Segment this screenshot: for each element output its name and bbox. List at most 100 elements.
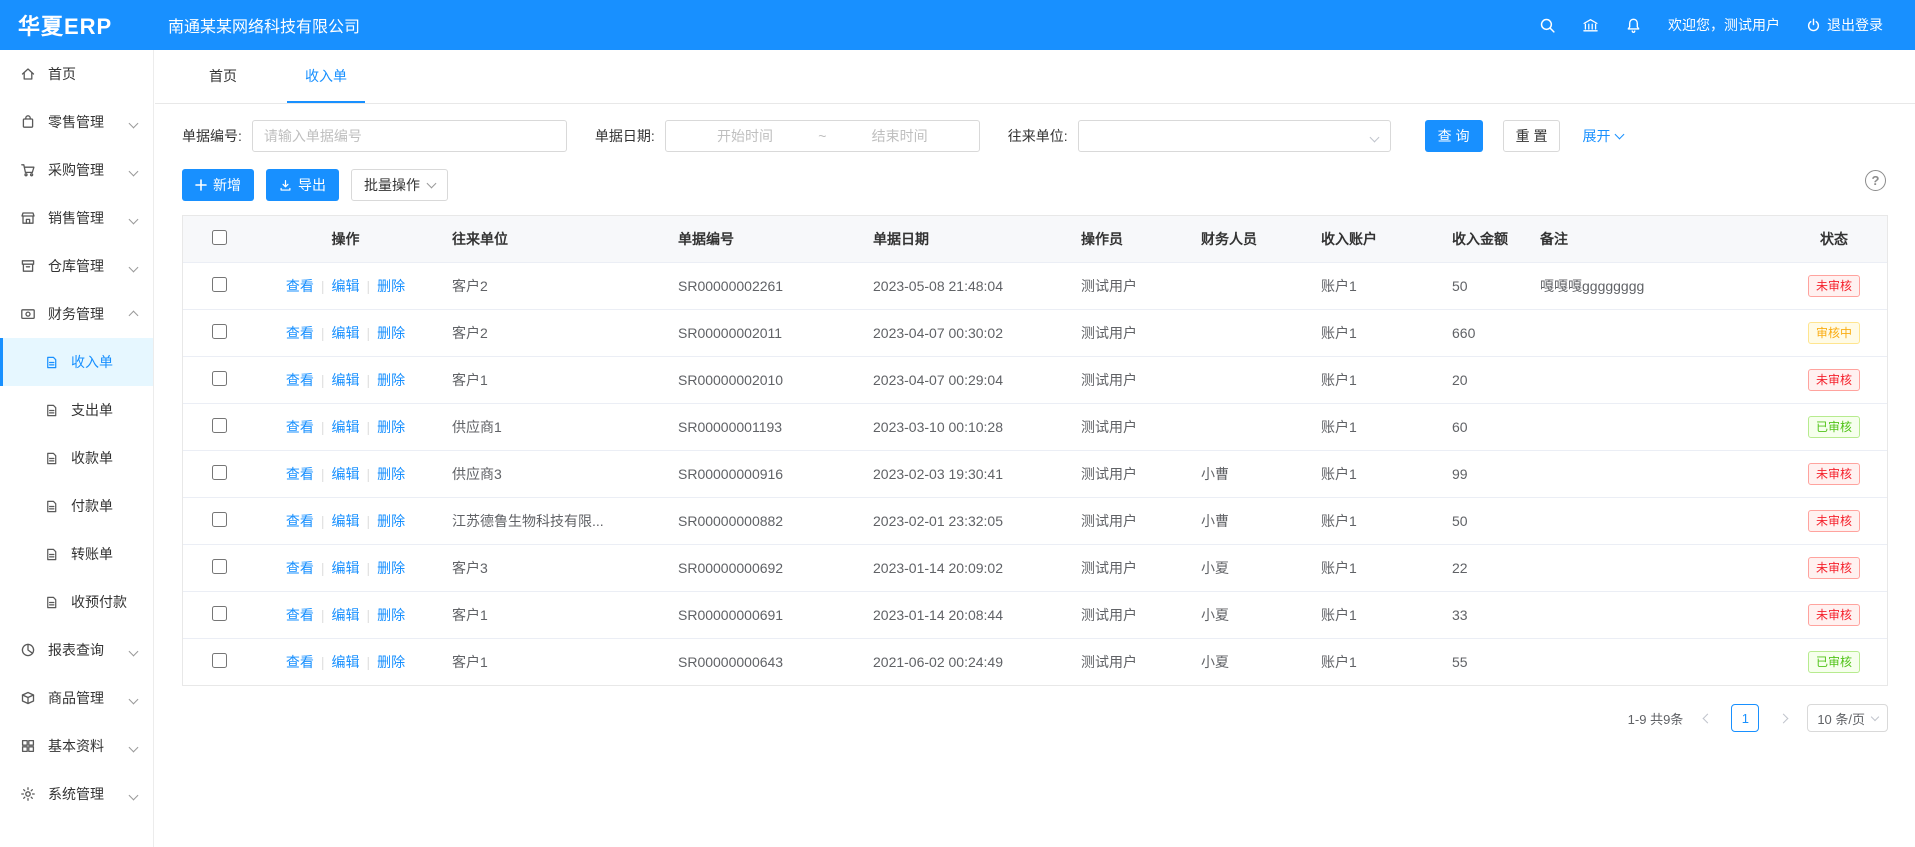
select-all-checkbox[interactable]	[212, 230, 227, 245]
edit-link[interactable]: 编辑	[332, 513, 360, 529]
logout-button[interactable]: 退出登录	[1806, 15, 1883, 35]
company-name: 南通某某网络科技有限公司	[168, 13, 360, 37]
finance-person-cell: 小曹	[1185, 450, 1305, 497]
remark-cell	[1524, 544, 1781, 591]
chevron-down-icon	[130, 162, 137, 178]
sidebar-item-sales[interactable]: 销售管理	[0, 194, 153, 242]
row-checkbox[interactable]	[212, 418, 227, 433]
view-link[interactable]: 查看	[286, 419, 314, 435]
page-size-select[interactable]: 10 条/页	[1807, 704, 1888, 732]
welcome-text[interactable]: 欢迎您，测试用户	[1668, 15, 1780, 35]
row-checkbox[interactable]	[212, 559, 227, 574]
sidebar-item-receipt-bill[interactable]: 收款单	[0, 434, 153, 482]
delete-link[interactable]: 删除	[377, 654, 405, 670]
chevron-down-icon	[130, 114, 137, 130]
next-page-button[interactable]	[1769, 704, 1797, 732]
view-link[interactable]: 查看	[286, 513, 314, 529]
table-row: 查看|编辑|删除 供应商3 SR00000000916 2023-02-03 1…	[183, 450, 1887, 497]
partner-cell: 供应商3	[436, 450, 662, 497]
tab-income[interactable]: 收入单	[287, 50, 365, 103]
link-separator: |	[367, 513, 371, 529]
link-separator: |	[321, 325, 325, 341]
row-checkbox[interactable]	[212, 465, 227, 480]
edit-link[interactable]: 编辑	[332, 466, 360, 482]
row-checkbox[interactable]	[212, 512, 227, 527]
row-checkbox[interactable]	[212, 277, 227, 292]
chevron-down-icon	[130, 258, 137, 274]
sidebar-item-goods[interactable]: 商品管理	[0, 674, 153, 722]
delete-link[interactable]: 删除	[377, 607, 405, 623]
edit-link[interactable]: 编辑	[332, 325, 360, 341]
reset-button[interactable]: 重 置	[1503, 120, 1561, 152]
row-checkbox[interactable]	[212, 324, 227, 339]
chevron-down-icon	[1615, 130, 1625, 140]
bill-number-input[interactable]	[252, 120, 567, 152]
finance-person-cell	[1185, 356, 1305, 403]
sidebar-item-finance[interactable]: 财务管理	[0, 290, 153, 338]
sidebar-item-payment-bill[interactable]: 付款单	[0, 482, 153, 530]
chevron-down-icon	[1371, 128, 1378, 144]
export-button[interactable]: 导出	[266, 169, 339, 201]
batch-actions-button[interactable]: 批量操作	[351, 169, 448, 201]
edit-link[interactable]: 编辑	[332, 560, 360, 576]
tab-home[interactable]: 首页	[191, 50, 255, 103]
delete-link[interactable]: 删除	[377, 560, 405, 576]
chevron-down-icon	[1871, 712, 1879, 720]
delete-link[interactable]: 删除	[377, 325, 405, 341]
account-cell: 账户1	[1305, 544, 1436, 591]
search-icon[interactable]	[1539, 17, 1556, 34]
view-link[interactable]: 查看	[286, 607, 314, 623]
partner-cell: 客户2	[436, 262, 662, 309]
pagination-total: 1-9 共9条	[1628, 709, 1684, 728]
column-header-ops: 操作	[255, 216, 436, 262]
sidebar-item-basic[interactable]: 基本资料	[0, 722, 153, 770]
view-link[interactable]: 查看	[286, 560, 314, 576]
platform-icon[interactable]	[1582, 17, 1599, 34]
delete-link[interactable]: 删除	[377, 513, 405, 529]
sidebar-item-transfer-bill[interactable]: 转账单	[0, 530, 153, 578]
column-header-partner: 往来单位	[436, 216, 662, 262]
sidebar-item-home[interactable]: 首页	[0, 50, 153, 98]
partner-select[interactable]	[1078, 120, 1391, 152]
link-separator: |	[367, 466, 371, 482]
view-link[interactable]: 查看	[286, 325, 314, 341]
help-icon[interactable]: ?	[1865, 170, 1886, 191]
delete-link[interactable]: 删除	[377, 419, 405, 435]
edit-link[interactable]: 编辑	[332, 278, 360, 294]
status-badge: 未审核	[1808, 463, 1860, 485]
sidebar-item-expense-bill[interactable]: 支出单	[0, 386, 153, 434]
row-checkbox[interactable]	[212, 653, 227, 668]
delete-link[interactable]: 删除	[377, 372, 405, 388]
bell-icon[interactable]	[1625, 17, 1642, 34]
edit-link[interactable]: 编辑	[332, 419, 360, 435]
sidebar-item-retail[interactable]: 零售管理	[0, 98, 153, 146]
sidebar-item-prepaid-bill[interactable]: 收预付款	[0, 578, 153, 626]
view-link[interactable]: 查看	[286, 372, 314, 388]
sidebar-item-warehouse[interactable]: 仓库管理	[0, 242, 153, 290]
row-checkbox[interactable]	[212, 371, 227, 386]
sidebar-item-purchase[interactable]: 采购管理	[0, 146, 153, 194]
sidebar-item-report[interactable]: 报表查询	[0, 626, 153, 674]
prev-page-button[interactable]	[1693, 704, 1721, 732]
view-link[interactable]: 查看	[286, 466, 314, 482]
sidebar-item-label: 付款单	[71, 496, 113, 516]
edit-link[interactable]: 编辑	[332, 654, 360, 670]
delete-link[interactable]: 删除	[377, 466, 405, 482]
edit-link[interactable]: 编辑	[332, 372, 360, 388]
bill-date-cell: 2023-03-10 00:10:28	[857, 403, 1065, 450]
edit-link[interactable]: 编辑	[332, 607, 360, 623]
link-separator: |	[367, 278, 371, 294]
current-page-button[interactable]: 1	[1731, 704, 1759, 732]
view-link[interactable]: 查看	[286, 278, 314, 294]
search-button[interactable]: 查 询	[1425, 120, 1483, 152]
date-range-picker[interactable]: 开始时间 ~ 结束时间	[665, 120, 980, 152]
sidebar-item-system[interactable]: 系统管理	[0, 770, 153, 818]
delete-link[interactable]: 删除	[377, 278, 405, 294]
view-link[interactable]: 查看	[286, 654, 314, 670]
expand-toggle[interactable]: 展开	[1582, 126, 1623, 146]
date-end-placeholder: 结束时间	[832, 126, 966, 146]
sidebar-item-income-bill[interactable]: 收入单	[0, 338, 153, 386]
add-button[interactable]: 新增	[182, 169, 254, 201]
row-checkbox[interactable]	[212, 606, 227, 621]
column-header-account: 收入账户	[1305, 216, 1436, 262]
